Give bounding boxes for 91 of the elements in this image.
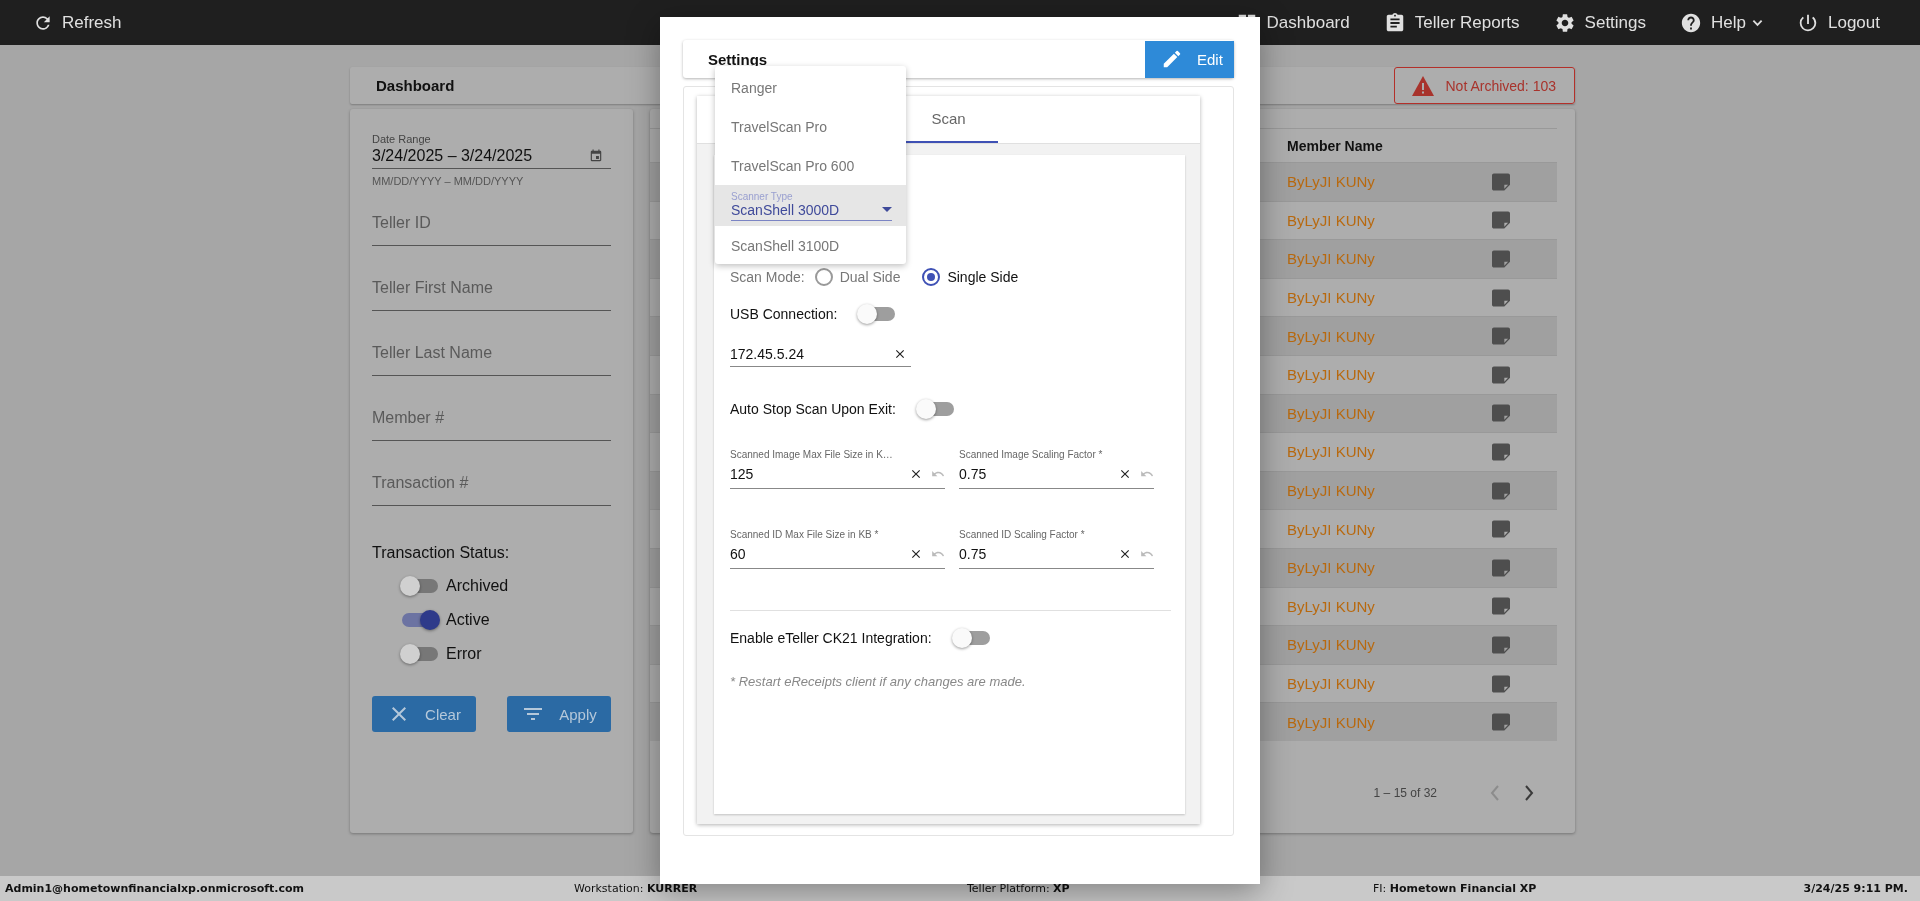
field-label: Scanned Image Scaling Factor * bbox=[959, 449, 1104, 460]
field-value: 172.45.5.24 bbox=[730, 345, 804, 362]
toggle-switch[interactable] bbox=[402, 578, 438, 593]
number-field[interactable]: Scanned ID Max File Size in KB * 60 bbox=[730, 529, 945, 569]
workstation-text: Workstation: KURRER bbox=[574, 882, 699, 895]
auto-stop-label: Auto Stop Scan Upon Exit: bbox=[730, 401, 896, 417]
nav-link[interactable]: Settings bbox=[1553, 11, 1647, 34]
user-email: Admin1@hometownfinancialxp.onmicrosoft.com bbox=[5, 882, 306, 895]
scanner-type-field[interactable]: Scanner Type ScanShell 3000D bbox=[715, 185, 906, 226]
edit-button[interactable]: Edit bbox=[1145, 40, 1234, 78]
toggle-switch[interactable] bbox=[859, 307, 896, 321]
field-value: 60 bbox=[730, 546, 747, 562]
pencil-icon bbox=[1161, 48, 1183, 70]
toggle-label: Error bbox=[446, 644, 482, 663]
clear-icon[interactable] bbox=[909, 547, 923, 561]
radio-option[interactable]: Dual Side bbox=[814, 268, 901, 286]
restart-note: * Restart eReceipts client if any changes are made. bbox=[730, 674, 1027, 689]
field-label: Date Range bbox=[372, 133, 432, 145]
not-archived-badge[interactable]: Not Archived: 103 bbox=[1394, 67, 1575, 104]
dialog-title: Settings bbox=[708, 50, 768, 68]
radio-button[interactable] bbox=[922, 268, 941, 286]
menu-option[interactable]: TravelScan Pro 600 bbox=[715, 146, 906, 185]
note-icon[interactable] bbox=[1492, 327, 1510, 346]
help-icon bbox=[1680, 11, 1703, 34]
clear-icon[interactable] bbox=[1118, 467, 1132, 481]
note-icon[interactable] bbox=[1492, 597, 1510, 616]
badge-text: Not Archived: 103 bbox=[1445, 77, 1556, 94]
field-value: 0.75 bbox=[959, 466, 988, 482]
warning-icon bbox=[1411, 74, 1436, 97]
toggle-switch[interactable] bbox=[402, 612, 438, 627]
radio-button[interactable] bbox=[814, 268, 833, 286]
field-label: Scanned ID Max File Size in KB * bbox=[730, 529, 880, 540]
field-value: 0.75 bbox=[959, 546, 988, 562]
note-icon[interactable] bbox=[1492, 211, 1510, 230]
pagination-range: 1 – 15 of 32 bbox=[1373, 785, 1437, 800]
institution-text: FI: Hometown Financial XP bbox=[1373, 882, 1538, 895]
refresh-button[interactable]: Refresh bbox=[33, 12, 122, 33]
note-icon[interactable] bbox=[1492, 365, 1510, 384]
number-field[interactable]: Scanned Image Scaling Factor * 0.75 bbox=[959, 449, 1154, 489]
field-value: 125 bbox=[730, 466, 755, 482]
scan-mode-label: Scan Mode: bbox=[730, 269, 805, 285]
text-field[interactable]: Teller First Name bbox=[372, 266, 611, 311]
field-label: Scanner Type bbox=[731, 190, 794, 202]
ip-address-field[interactable]: 172.45.5.24 bbox=[730, 341, 911, 367]
note-icon[interactable] bbox=[1492, 404, 1510, 423]
date-value: 3/24/2025 – 3/24/2025 bbox=[372, 147, 533, 165]
date-hint: MM/DD/YYYY – MM/DD/YYYY bbox=[372, 175, 525, 187]
note-icon[interactable] bbox=[1492, 520, 1510, 539]
toggle-switch[interactable] bbox=[917, 402, 954, 416]
toggle-label: Active bbox=[446, 610, 490, 629]
clear-icon[interactable] bbox=[1118, 547, 1132, 561]
page-title: Dashboard bbox=[376, 77, 455, 94]
dropdown-arrow-icon bbox=[882, 207, 892, 212]
nav-link[interactable]: Logout bbox=[1797, 11, 1880, 34]
nav-link[interactable]: Teller Reports bbox=[1383, 11, 1520, 34]
note-icon[interactable] bbox=[1492, 558, 1510, 577]
toggle-switch[interactable] bbox=[953, 631, 990, 645]
text-field[interactable]: Member # bbox=[372, 396, 611, 441]
note-icon[interactable] bbox=[1492, 172, 1510, 191]
clear-button[interactable]: Clear bbox=[372, 696, 476, 732]
number-field[interactable]: Scanned Image Max File Size in K… 125 bbox=[730, 449, 945, 489]
note-icon[interactable] bbox=[1492, 288, 1510, 307]
toggle-label: Archived bbox=[446, 576, 509, 595]
toggle-switch[interactable] bbox=[402, 646, 438, 661]
clear-icon[interactable] bbox=[909, 467, 923, 481]
number-field[interactable]: Scanned ID Scaling Factor * 0.75 bbox=[959, 529, 1154, 569]
settings-icon bbox=[1553, 11, 1576, 34]
note-icon[interactable] bbox=[1492, 481, 1510, 500]
platform-text: Teller Platform: XP bbox=[967, 882, 1071, 895]
status-label: Transaction Status: bbox=[372, 544, 511, 562]
note-icon[interactable] bbox=[1492, 442, 1510, 461]
apply-button[interactable]: Apply bbox=[507, 696, 611, 732]
column-header[interactable]: Member Name bbox=[1277, 137, 1492, 154]
date-range-field[interactable]: Date Range 3/24/2025 – 3/24/2025 bbox=[372, 133, 611, 169]
field-label: Scanned ID Scaling Factor * bbox=[959, 529, 1086, 540]
text-field[interactable]: Transaction # bbox=[372, 461, 611, 506]
menu-option[interactable]: ScanShell 3100D bbox=[715, 226, 906, 265]
nav-link[interactable]: Help bbox=[1680, 11, 1763, 34]
text-field[interactable]: Teller Last Name bbox=[372, 331, 611, 376]
date-time: 3/24/25 9:11 PM. bbox=[1803, 882, 1908, 895]
usb-label: USB Connection: bbox=[730, 306, 838, 322]
calendar-icon[interactable] bbox=[589, 149, 603, 163]
selected-scanner: ScanShell 3000D bbox=[731, 201, 840, 218]
note-icon[interactable] bbox=[1492, 250, 1510, 268]
note-icon[interactable] bbox=[1492, 674, 1510, 693]
eteller-label: Enable eTeller CK21 Integration: bbox=[730, 630, 932, 646]
radio-option[interactable]: Single Side bbox=[922, 268, 1019, 286]
text-field[interactable]: Teller ID bbox=[372, 201, 611, 246]
field-label: Scanned Image Max File Size in K… bbox=[730, 449, 894, 460]
note-icon[interactable] bbox=[1492, 713, 1510, 732]
note-icon[interactable] bbox=[1492, 635, 1510, 654]
